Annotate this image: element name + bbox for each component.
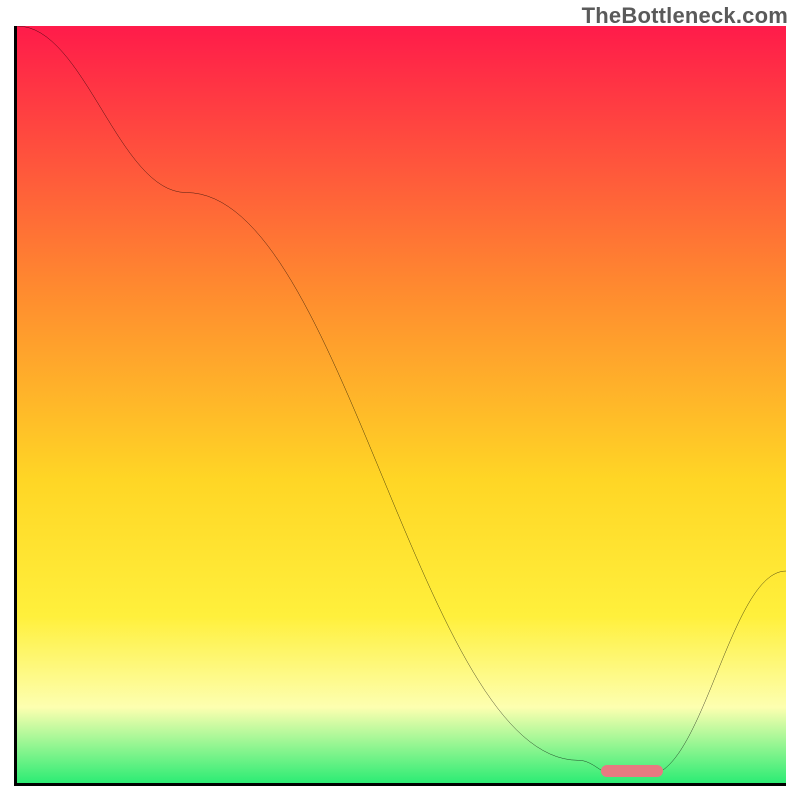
bottleneck-curve [17, 26, 786, 783]
plot-area [14, 26, 786, 786]
chart-container: TheBottleneck.com [0, 0, 800, 800]
curve-path [17, 26, 786, 775]
optimum-marker [601, 765, 663, 777]
